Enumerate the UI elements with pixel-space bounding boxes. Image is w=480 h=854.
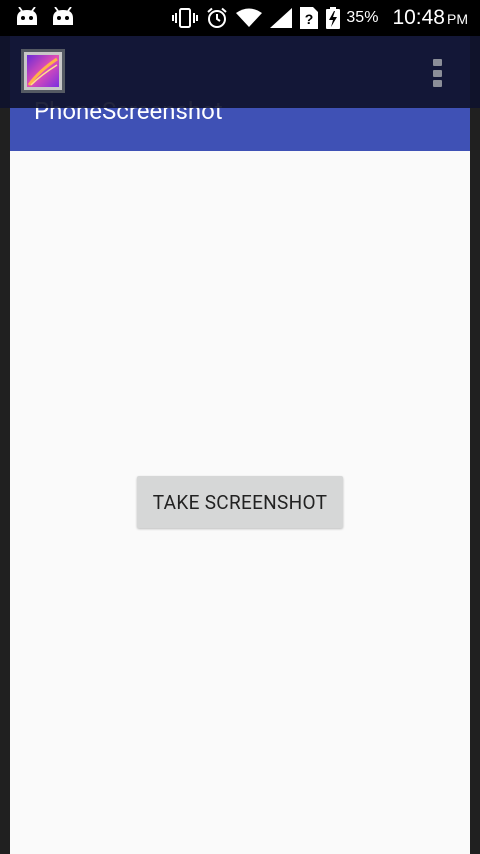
screen-border-right (470, 36, 480, 854)
battery-percent: 35% (346, 9, 379, 26)
cell-signal-icon (270, 8, 293, 28)
battery-charging-icon (326, 7, 341, 29)
status-clock: 10:48 PM (392, 6, 468, 30)
status-bar: ? 35% 10:48 PM (0, 0, 480, 36)
main-content: TAKE SCREENSHOT (10, 151, 470, 854)
android-notification-icon (52, 7, 74, 27)
take-screenshot-button[interactable]: TAKE SCREENSHOT (137, 476, 343, 528)
overflow-menu-icon[interactable] (425, 57, 449, 89)
clock-time: 10:48 (392, 6, 445, 29)
clock-ampm: PM (447, 11, 468, 27)
no-sim-icon: ? (300, 7, 319, 29)
gallery-app-icon[interactable] (21, 49, 65, 93)
alarm-icon (206, 7, 228, 29)
overflow-dot (432, 59, 442, 66)
app-window: PhoneScreenshot TAKE SCREENSHOT (10, 36, 470, 854)
vibrate-icon (172, 8, 199, 28)
wifi-icon (236, 8, 263, 28)
overflow-dot (432, 80, 442, 87)
window-title-overlay (0, 36, 480, 108)
svg-text:?: ? (305, 11, 314, 27)
overflow-dot (432, 69, 442, 77)
android-notification-icon (16, 7, 38, 27)
screen-border-left (0, 36, 10, 854)
